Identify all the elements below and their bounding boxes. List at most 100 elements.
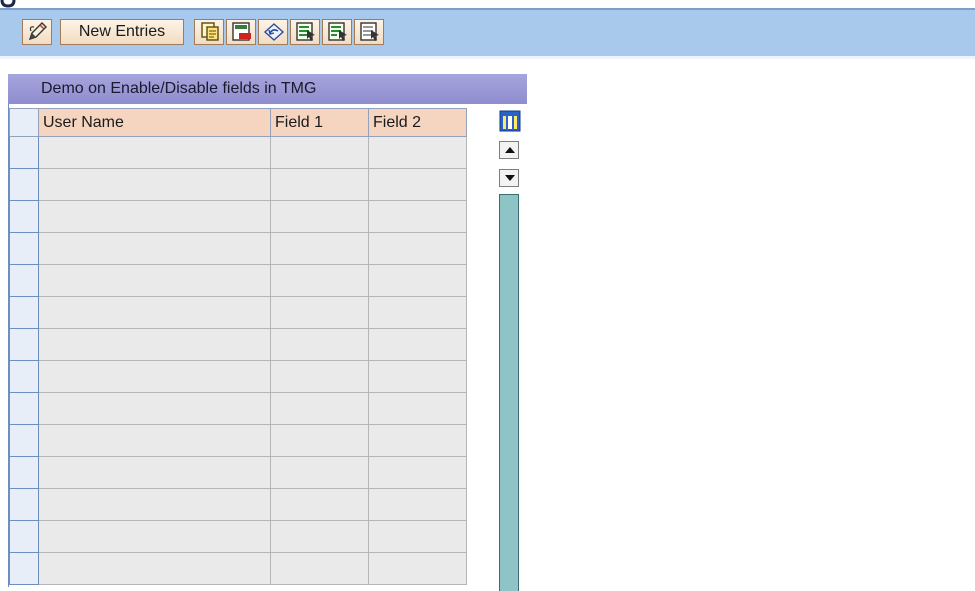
table-row (9, 136, 467, 169)
field-2-cell[interactable] (368, 232, 467, 265)
user-name-cell[interactable] (38, 200, 271, 233)
user-name-cell[interactable] (38, 488, 271, 521)
row-selector[interactable] (9, 136, 39, 169)
row-selector[interactable] (9, 200, 39, 233)
row-selector[interactable] (9, 424, 39, 457)
table-row (9, 360, 467, 393)
table-row (9, 232, 467, 265)
row-selector[interactable] (9, 168, 39, 201)
table-row (9, 296, 467, 329)
table-grid-area: User Name Field 1 Field 2 (8, 104, 528, 591)
deselect-all-button[interactable] (354, 19, 384, 45)
table-row (9, 328, 467, 361)
user-name-cell[interactable] (38, 456, 271, 489)
select-all-button[interactable] (290, 19, 320, 45)
field-2-cell[interactable] (368, 328, 467, 361)
field-2-cell[interactable] (368, 520, 467, 553)
row-selector[interactable] (9, 520, 39, 553)
field-1-cell[interactable] (270, 520, 369, 553)
table-header-row: User Name Field 1 Field 2 (9, 108, 467, 137)
table-row (9, 200, 467, 233)
field-1-cell[interactable] (270, 456, 369, 489)
window-title-fragment (0, 0, 18, 8)
scroll-up-button[interactable] (499, 141, 519, 159)
user-name-cell[interactable] (38, 424, 271, 457)
table-scroll-column (495, 108, 525, 591)
field-2-cell[interactable] (368, 264, 467, 297)
field-1-cell[interactable] (270, 392, 369, 425)
column-header-field-2[interactable]: Field 2 (368, 108, 467, 137)
scroll-down-button[interactable] (499, 169, 519, 187)
row-selector[interactable] (9, 264, 39, 297)
table-title: Demo on Enable/Disable fields in TMG (8, 74, 527, 104)
field-2-cell[interactable] (368, 424, 467, 457)
column-header-field-1[interactable]: Field 1 (270, 108, 369, 137)
new-entries-button[interactable]: New Entries (60, 19, 184, 45)
field-2-cell[interactable] (368, 360, 467, 393)
table-row (9, 424, 467, 457)
arrow-up-icon (505, 147, 515, 153)
field-2-cell[interactable] (368, 488, 467, 521)
user-name-cell[interactable] (38, 360, 271, 393)
undo-change-button[interactable] (258, 19, 288, 45)
user-name-cell[interactable] (38, 552, 271, 585)
field-1-cell[interactable] (270, 296, 369, 329)
row-selector[interactable] (9, 360, 39, 393)
change-display-button[interactable] (22, 19, 52, 45)
field-2-cell[interactable] (368, 552, 467, 585)
user-name-cell[interactable] (38, 296, 271, 329)
user-name-cell[interactable] (38, 392, 271, 425)
row-selector[interactable] (9, 232, 39, 265)
field-1-cell[interactable] (270, 328, 369, 361)
select-block-button[interactable] (322, 19, 352, 45)
field-2-cell[interactable] (368, 392, 467, 425)
table-control: Demo on Enable/Disable fields in TMG Use… (8, 74, 528, 591)
table-row (9, 264, 467, 297)
select-block-icon (328, 22, 347, 41)
user-name-cell[interactable] (38, 168, 271, 201)
field-2-cell[interactable] (368, 296, 467, 329)
application-toolbar: New Entries (0, 8, 975, 56)
user-name-cell[interactable] (38, 520, 271, 553)
field-2-cell[interactable] (368, 200, 467, 233)
delete-button[interactable] (226, 19, 256, 45)
field-1-cell[interactable] (270, 200, 369, 233)
row-selector[interactable] (9, 328, 39, 361)
field-1-cell[interactable] (270, 488, 369, 521)
field-1-cell[interactable] (270, 264, 369, 297)
field-1-cell[interactable] (270, 424, 369, 457)
select-all-rows-cell[interactable] (9, 108, 39, 137)
user-name-cell[interactable] (38, 264, 271, 297)
column-header-user-name[interactable]: User Name (38, 108, 271, 137)
user-name-cell[interactable] (38, 232, 271, 265)
field-1-cell[interactable] (270, 552, 369, 585)
deselect-all-icon (360, 22, 379, 41)
user-name-cell[interactable] (38, 328, 271, 361)
vertical-scrollbar-track[interactable] (499, 194, 519, 591)
column-config-icon[interactable] (499, 110, 521, 132)
table-row (9, 168, 467, 201)
field-1-cell[interactable] (270, 168, 369, 201)
row-selector[interactable] (9, 552, 39, 585)
user-name-cell[interactable] (38, 136, 271, 169)
row-selector[interactable] (9, 488, 39, 521)
field-1-cell[interactable] (270, 360, 369, 393)
field-2-cell[interactable] (368, 168, 467, 201)
row-selector[interactable] (9, 456, 39, 489)
table-row (9, 488, 467, 521)
table-row (9, 520, 467, 553)
table-row (9, 456, 467, 489)
delete-icon (232, 22, 251, 41)
field-1-cell[interactable] (270, 232, 369, 265)
field-2-cell[interactable] (368, 136, 467, 169)
select-all-icon (296, 22, 315, 41)
undo-icon (263, 23, 285, 41)
copy-as-button[interactable] (194, 19, 224, 45)
row-selector[interactable] (9, 296, 39, 329)
table-row (9, 552, 467, 585)
arrow-down-icon (505, 175, 515, 181)
toolbar-separator (0, 56, 975, 59)
field-2-cell[interactable] (368, 456, 467, 489)
row-selector[interactable] (9, 392, 39, 425)
field-1-cell[interactable] (270, 136, 369, 169)
